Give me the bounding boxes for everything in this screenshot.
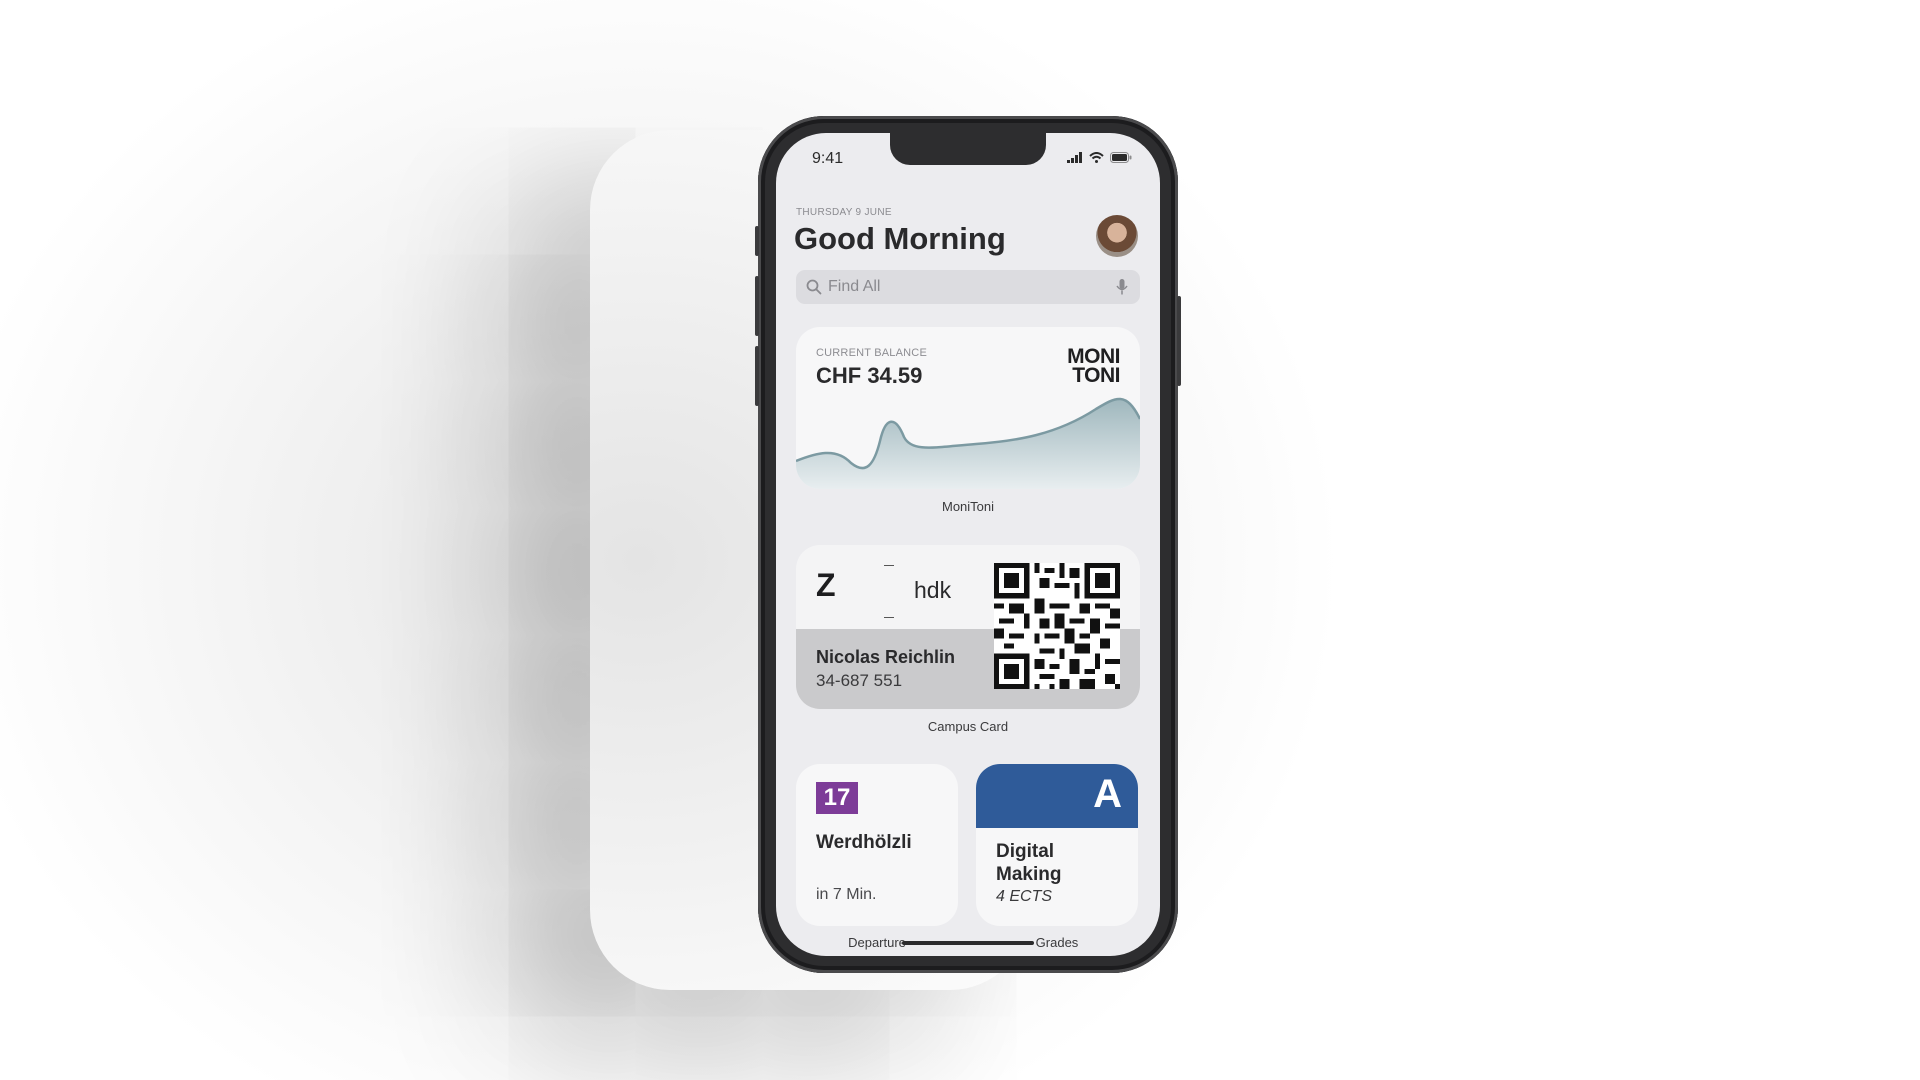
tram-line-badge: 17 <box>816 782 858 814</box>
qr-code-icon <box>994 563 1120 689</box>
departure-widget[interactable]: 17 Werdhölzli in 7 Min. <box>796 764 958 926</box>
grades-widget[interactable]: A Digital Making 4 ECTS <box>976 764 1138 926</box>
zhdk-hdk-logo: hdk <box>914 577 952 603</box>
status-icons <box>1067 152 1132 163</box>
search-icon <box>806 279 822 295</box>
course-name-line-2: Making <box>996 864 1062 885</box>
page-title: Good Morning <box>794 221 1006 256</box>
mute-switch <box>755 226 759 256</box>
grade-letter: A <box>1093 772 1122 816</box>
balance-value: CHF 34.59 <box>816 363 923 388</box>
logo-divider-bottom <box>884 617 894 618</box>
card-holder-name: Nicolas Reichlin <box>816 647 956 667</box>
home-indicator[interactable] <box>902 941 1034 945</box>
signal-icon <box>1067 152 1082 163</box>
balance-caption: MoniToni <box>941 499 995 514</box>
card-holder-id: 34-687 551 <box>816 671 903 690</box>
campus-card-caption: Campus Card <box>927 719 1009 734</box>
phone-screen: 9:41 THURSDAY 9 JUNE Good Morning Find A… <box>776 133 1160 956</box>
stop-name: Werdhölzli <box>816 832 912 853</box>
avatar[interactable] <box>1096 215 1138 257</box>
power-button <box>1177 296 1181 386</box>
search-bar[interactable]: Find All <box>796 270 1140 304</box>
notch <box>890 133 1046 165</box>
departure-time: in 7 Min. <box>816 886 877 903</box>
campus-card-widget[interactable]: Z hdk Nicolas Reichlin 34-687 551 <box>796 545 1140 709</box>
balance-label: CURRENT BALANCE <box>816 347 927 359</box>
course-name-line-1: Digital <box>996 841 1055 862</box>
monitoni-logo: MONI TONI <box>1067 346 1120 387</box>
volume-down-button <box>755 346 759 406</box>
brand-line-2: TONI <box>1072 364 1120 387</box>
search-input[interactable]: Find All <box>828 278 880 296</box>
course-name: Digital Making <box>996 840 1126 886</box>
logo-divider-top <box>884 565 894 566</box>
phone-frame: 9:41 THURSDAY 9 JUNE Good Morning Find A… <box>755 116 1181 973</box>
zhdk-z-logo: Z <box>816 567 836 603</box>
balance-widget[interactable]: CURRENT BALANCE CHF 34.59 MONI TONI <box>796 327 1140 489</box>
status-time: 9:41 <box>812 150 844 167</box>
volume-up-button <box>755 276 759 336</box>
wifi-icon <box>1089 152 1104 163</box>
battery-icon <box>1110 152 1132 163</box>
date-label: THURSDAY 9 JUNE <box>796 207 892 218</box>
balance-sparkline <box>796 397 1140 489</box>
course-ects: 4 ECTS <box>996 888 1053 905</box>
microphone-icon[interactable] <box>1116 278 1128 296</box>
